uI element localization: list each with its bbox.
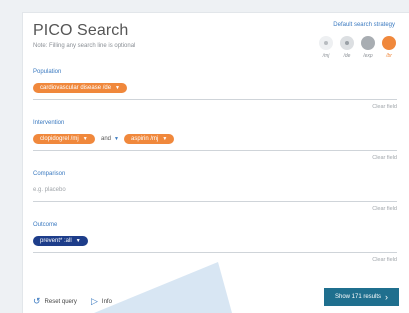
- show-results-button[interactable]: Show 171 results ›: [324, 288, 399, 306]
- strategy-dot-icon: [340, 36, 354, 50]
- intervention-input-line[interactable]: [33, 150, 397, 151]
- chevron-down-icon[interactable]: ▼: [114, 136, 119, 142]
- strategy-dot-icon: [382, 36, 396, 50]
- comparison-label: Comparison: [33, 171, 66, 177]
- page-background: PICO Search Note: Filling any search lin…: [0, 0, 409, 313]
- tag-label: cardiovascular disease /de: [40, 85, 112, 91]
- outcome-section: Outcome prevent* :all ▼ Clear field: [33, 222, 397, 272]
- outcome-clear-button[interactable]: Clear field: [372, 257, 397, 263]
- results-label: Show 171 results: [334, 294, 382, 300]
- strategy-option-mj[interactable]: /mj: [317, 36, 335, 59]
- tag-label: clopidogrel /mj: [40, 136, 79, 142]
- chevron-down-icon: ▼: [162, 136, 168, 142]
- outcome-label: Outcome: [33, 222, 58, 228]
- info-label: Info: [101, 298, 112, 305]
- default-strategy-link[interactable]: Default search strategy: [333, 22, 395, 28]
- comparison-input-line[interactable]: [33, 201, 397, 202]
- population-label: Population: [33, 69, 62, 75]
- strategy-label: /exp: [363, 53, 373, 59]
- intervention-section: Intervention clopidogrel /mj ▼ and ▼ aspi…: [33, 120, 397, 170]
- comparison-clear-button[interactable]: Clear field: [372, 206, 397, 212]
- tag-label: aspirin /mj: [131, 136, 159, 142]
- strategy-dot-icon: [319, 36, 333, 50]
- info-button[interactable]: ▷ Info: [91, 296, 112, 307]
- population-input-line[interactable]: [33, 99, 397, 100]
- intervention-tag-aspirin[interactable]: aspirin /mj ▼: [124, 134, 175, 144]
- optional-note: Note: Filling any search line is optiona…: [33, 43, 136, 49]
- population-tag[interactable]: cardiovascular disease /de ▼: [33, 83, 127, 93]
- intervention-tag-clopidogrel[interactable]: clopidogrel /mj ▼: [33, 134, 95, 144]
- strategy-label: /de: [343, 53, 351, 59]
- strategy-option-exp[interactable]: /exp: [359, 36, 377, 59]
- intervention-label: Intervention: [33, 120, 65, 126]
- comparison-input[interactable]: e.g. placebo: [33, 187, 66, 193]
- tag-label: prevent* :all: [40, 238, 72, 244]
- strategy-dot-icon: [361, 36, 375, 50]
- chevron-down-icon: ▼: [115, 85, 120, 91]
- comparison-section: Comparison e.g. placebo Clear field: [33, 171, 397, 221]
- strategy-option-br[interactable]: /br: [380, 36, 398, 59]
- strategy-label: /mj: [322, 53, 330, 59]
- strategy-option-de[interactable]: /de: [338, 36, 356, 59]
- reset-query-label: Reset query: [44, 298, 77, 305]
- population-clear-button[interactable]: Clear field: [372, 104, 397, 110]
- pico-search-panel: PICO Search Note: Filling any search lin…: [22, 12, 409, 313]
- outcome-tag[interactable]: prevent* :all ▼: [33, 236, 88, 246]
- page-title: PICO Search: [33, 22, 129, 39]
- chevron-down-icon: ▼: [75, 238, 81, 244]
- intervention-clear-button[interactable]: Clear field: [372, 155, 397, 161]
- reset-query-button[interactable]: ↺ Reset query: [33, 296, 77, 307]
- chevron-down-icon: ▼: [82, 136, 88, 142]
- chevron-right-icon: ›: [385, 292, 389, 302]
- connector-operator[interactable]: and: [101, 136, 111, 142]
- strategy-label: /br: [386, 53, 392, 59]
- reset-icon: ↺: [33, 296, 41, 306]
- play-outline-icon: ▷: [91, 296, 98, 306]
- outcome-input-line[interactable]: [33, 252, 397, 253]
- strategy-selector: /mj /de /exp /br: [317, 36, 399, 68]
- population-section: Population cardiovascular disease /de ▼ C…: [33, 69, 397, 119]
